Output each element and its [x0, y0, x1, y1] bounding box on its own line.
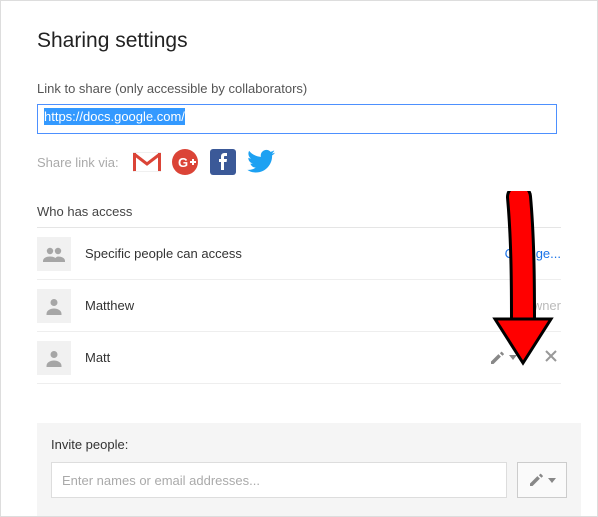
person-name: Matthew	[85, 298, 512, 313]
visibility-row: Specific people can access Change...	[37, 228, 561, 280]
share-link-value: https://docs.google.com/	[44, 108, 185, 125]
pencil-icon	[528, 472, 544, 488]
invite-section: Invite people:	[37, 423, 581, 516]
person-role: Is owner	[512, 298, 561, 313]
invite-input[interactable]	[51, 462, 507, 498]
visibility-text: Specific people can access	[85, 246, 505, 261]
remove-person-button[interactable]	[541, 345, 561, 371]
change-visibility-link[interactable]: Change...	[505, 246, 561, 261]
who-has-access-heading: Who has access	[37, 204, 561, 228]
chevron-down-icon	[509, 355, 517, 360]
share-via-label: Share link via:	[37, 155, 119, 170]
dialog-title: Sharing settings	[37, 29, 561, 53]
twitter-icon[interactable]	[247, 148, 275, 176]
svg-text:G: G	[178, 155, 188, 170]
facebook-icon[interactable]	[209, 148, 237, 176]
google-plus-icon[interactable]: G	[171, 148, 199, 176]
invite-permission-dropdown[interactable]	[517, 462, 567, 498]
people-icon	[37, 237, 71, 271]
close-icon	[545, 350, 557, 362]
gmail-icon[interactable]	[133, 148, 161, 176]
person-row-editor: Matt	[37, 332, 561, 384]
permission-dropdown[interactable]	[489, 350, 517, 366]
chevron-down-icon	[548, 478, 556, 483]
invite-label: Invite people:	[51, 437, 567, 452]
share-link-input[interactable]: https://docs.google.com/	[37, 104, 557, 134]
person-name: Matt	[85, 350, 489, 365]
sharing-settings-dialog: Sharing settings Link to share (only acc…	[0, 0, 598, 517]
person-icon	[37, 289, 71, 323]
link-share-label: Link to share (only accessible by collab…	[37, 81, 561, 96]
share-via-row: Share link via: G	[37, 148, 561, 176]
person-icon	[37, 341, 71, 375]
person-row-owner: Matthew Is owner	[37, 280, 561, 332]
pencil-icon	[489, 350, 505, 366]
